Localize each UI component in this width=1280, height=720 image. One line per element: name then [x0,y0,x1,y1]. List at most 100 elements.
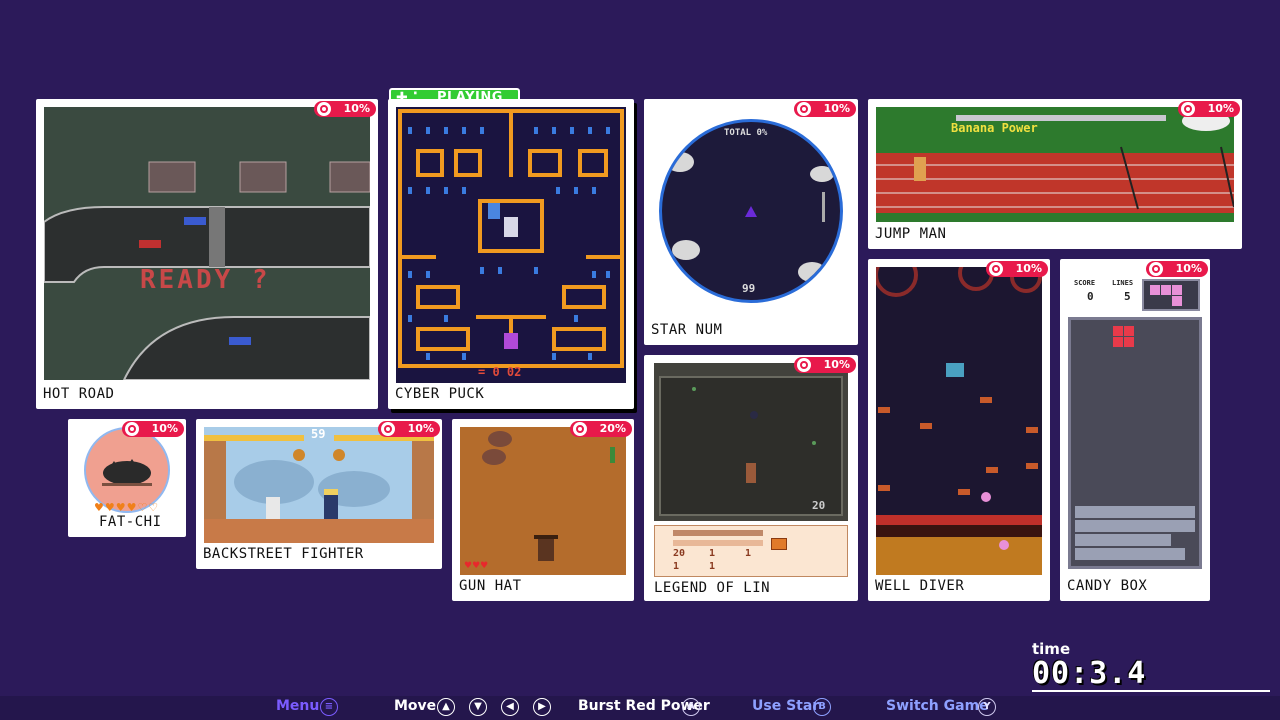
menu-icon[interactable]: ≡ [320,698,338,716]
star-num-total: TOTAL 0% [724,128,768,138]
completion-percent: 10% [1207,102,1234,115]
game-title-star-num: STAR NUM [651,322,723,338]
completion-badge-star-num: 10% [794,101,856,117]
game-title-well-diver: WELL DIVER [875,578,965,594]
hud-count-e: 1 [709,561,716,572]
completion-badge-jump-man: 10% [1178,101,1240,117]
star-num-scene [666,152,834,282]
completion-badge-fat-chi: 10% [122,421,184,437]
completion-badge-hot-road: 10% [314,101,376,117]
game-screen-cyber-puck: = 0 02 [396,107,626,383]
hud-count-d: 1 [673,561,680,572]
a-button-icon: A [682,698,700,716]
target-icon [797,102,811,116]
game-card-jump-man[interactable]: Banana Power JUMP MAN 10% [868,99,1242,249]
legend-level-number: 20 [812,499,826,512]
game-screen-star-num: TOTAL 0% 99 [659,119,843,303]
next-piece [1150,285,1182,306]
game-title-hot-road: HOT ROAD [43,386,115,402]
target-icon [317,102,331,116]
right-icon: ▶ [533,698,551,716]
completion-badge-gun-hat: 20% [570,421,632,437]
game-title-cyber-puck: CYBER PUCK [395,386,485,402]
completion-percent: 10% [823,102,850,115]
target-icon [1149,262,1163,276]
game-screen-hot-road: READY ? [44,107,370,380]
completion-badge-legend-of-lin: 10% [794,357,856,373]
target-icon [381,422,395,436]
game-screen-jump-man: Banana Power [876,107,1234,222]
game-card-hot-road[interactable]: READY ? HOT ROAD 10% [36,99,378,409]
game-card-backstreet-fighter[interactable]: 59 BACKSTREET FIGHTER 10% [196,419,442,569]
time-value: 00:3.4 [1032,656,1147,691]
desert-scene [460,427,626,575]
target-icon [125,422,139,436]
hot-road-ready-text: READY ? [140,265,271,295]
cyber-puck-hud: = 0 02 [478,365,522,379]
completion-percent: 10% [151,422,178,435]
candy-board [1071,320,1199,566]
time-underline [1032,690,1270,692]
game-screen-well-diver [876,267,1042,575]
game-card-gun-hat[interactable]: ♥♥♥ GUN HAT 20% [452,419,634,601]
game-title-jump-man: JUMP MAN [875,226,947,242]
menu-hint[interactable]: Menu [276,698,319,714]
game-card-star-num[interactable]: TOTAL 0% 99 STAR NUM 10% [644,99,858,345]
game-screen-backstreet-fighter: 59 [204,427,434,543]
banana-power-label: Banana Power [951,121,1038,135]
target-icon [1181,102,1195,116]
completion-percent: 10% [823,358,850,371]
completion-percent: 10% [407,422,434,435]
next-piece-box [1142,279,1200,311]
legend-hud-panel: 20 1 1 1 1 [654,525,848,577]
game-screen-gun-hat: ♥♥♥ [460,427,626,575]
game-title-candy-box: CANDY BOX [1067,578,1148,594]
star-num-counter: 99 [742,282,756,295]
energy-bar [673,540,763,546]
completion-percent: 10% [343,102,370,115]
maze-scene [396,107,626,383]
fight-timer: 59 [311,427,326,441]
use-star-hint[interactable]: Use Star [752,698,819,714]
y-button-icon[interactable]: Y [978,698,996,716]
up-icon: ▲ [437,698,455,716]
score-value: 0 [1087,290,1094,303]
completion-percent: 10% [1175,262,1202,275]
lines-value: 5 [1124,290,1131,303]
game-card-cyber-puck[interactable]: = 0 02 CYBER PUCK [388,99,634,409]
lines-label: LINES [1112,279,1134,287]
game-title-legend-of-lin: LEGEND OF LIN [654,580,771,596]
completion-badge-backstreet-fighter: 10% [378,421,440,437]
hud-count-b: 1 [709,548,716,559]
target-icon [573,422,587,436]
game-title-fat-chi: FAT-CHI [99,514,162,530]
hud-count-a: 20 [673,548,686,559]
game-screen-candy-box [1068,317,1202,569]
track-scene [876,107,1234,222]
health-bar [673,530,763,536]
game-card-fat-chi[interactable]: ♥♥♥♥♡♡ FAT-CHI 10% [68,419,186,537]
completion-badge-candy-box: 10% [1146,261,1208,277]
game-card-legend-of-lin[interactable]: 20 20 1 1 1 1 LEGEND OF LIN 10% [644,355,858,601]
cat-scene [102,459,152,486]
game-card-well-diver[interactable]: WELL DIVER 10% [868,259,1050,601]
completion-percent: 20% [599,422,626,435]
move-hint: Move [394,698,437,714]
target-icon [797,358,811,372]
fighter-scene [204,427,434,543]
game-title-backstreet-fighter: BACKSTREET FIGHTER [203,546,364,562]
down-icon: ▼ [469,698,487,716]
switch-game-hint[interactable]: Switch Game [886,698,989,714]
target-icon [989,262,1003,276]
game-card-candy-box[interactable]: SCORE 0 LINES 5 CANDY BOX 10% [1060,259,1210,601]
hud-count-c: 1 [745,548,752,559]
left-icon: ◀ [501,698,519,716]
completion-percent: 10% [1015,262,1042,275]
b-button-icon[interactable]: B [813,698,831,716]
hot-road-scene [44,107,370,380]
score-label: SCORE [1074,279,1096,287]
treasure-icon [771,538,787,550]
gun-hat-hearts: ♥♥♥ [464,561,489,571]
completion-badge-well-diver: 10% [986,261,1048,277]
game-screen-legend-of-lin: 20 [654,363,848,521]
